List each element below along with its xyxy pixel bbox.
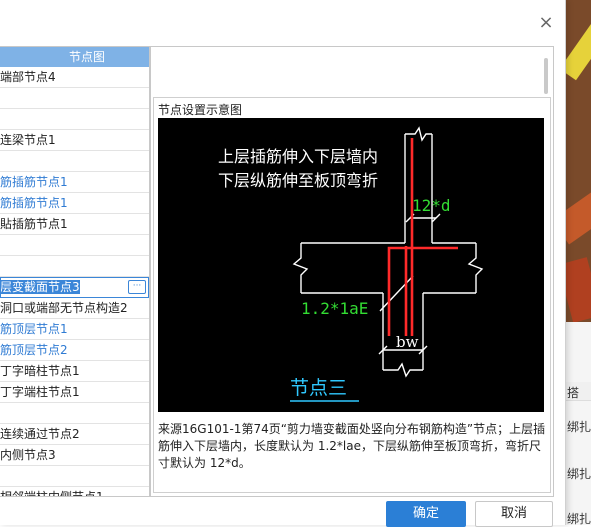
node-settings-dialog: × 节点图 端部节点4 连梁节点1 筋插筋节点1 筋插筋节点1 貼插筋节点1 层变截面节点… — [0, 0, 566, 527]
list-item-label: 筋顶层节点1 — [0, 322, 68, 336]
list-item[interactable] — [0, 235, 149, 256]
dim-bottom-label: bw — [396, 333, 419, 351]
diagram-caption: 节点三 — [290, 377, 347, 399]
node-list: 节点图 端部节点4 连梁节点1 筋插筋节点1 筋插筋节点1 貼插筋节点1 层变截面节点3 ·… — [0, 46, 150, 497]
diagram-line1: 上层插筋伸入下层墙内 — [218, 147, 378, 166]
list-item[interactable] — [0, 88, 149, 109]
node-diagram: 上层插筋伸入下层墙内 下层纵筋伸至板顶弯折 12*d 1.2*1aE bw 节点… — [158, 118, 544, 412]
confirm-button[interactable]: 确定 — [386, 501, 466, 527]
diagram-line2: 下层纵筋伸至板顶弯折 — [218, 171, 378, 190]
background-cell: 绑扎 — [567, 512, 591, 525]
list-item-label: 连续通过节点2 — [0, 427, 80, 441]
list-item-label: 筋插筋节点1 — [0, 196, 68, 210]
list-item[interactable]: 筋插筋节点1 — [0, 172, 149, 193]
dim-left-label: 1.2*1aE — [301, 299, 368, 318]
more-options-button[interactable]: ··· — [128, 280, 146, 294]
node-description: 来源16G101-1第74页“剪力墙变截面处竖向分布钢筋构造”节点；上层插筋伸入… — [158, 422, 546, 470]
list-item[interactable] — [0, 403, 149, 424]
list-item[interactable]: 丁字暗柱节点1 — [0, 361, 149, 382]
list-item[interactable]: 筋顶层节点2 — [0, 340, 149, 361]
scrollbar[interactable] — [544, 58, 548, 94]
group-title: 节点设置示意图 — [158, 103, 243, 117]
background-cell: 绑扎 — [567, 467, 591, 481]
list-item[interactable]: 洞口或端部无节点构造2 — [0, 298, 149, 319]
list-item[interactable] — [0, 109, 149, 130]
list-item[interactable]: 相邻端柱内侧节点1 — [0, 487, 149, 497]
background-column-header-label: 搭 — [567, 386, 580, 400]
list-item[interactable]: 连续通过节点2 — [0, 424, 149, 445]
node-list-header: 节点图 — [0, 47, 149, 67]
list-item[interactable]: 连梁节点1 — [0, 130, 149, 151]
list-item-label: 丁字端柱节点1 — [0, 385, 80, 399]
list-item[interactable]: 筋插筋节点1 — [0, 193, 149, 214]
list-item-label: 相邻端柱内侧节点1 — [0, 490, 104, 497]
list-item-label: 层变截面节点3 — [0, 280, 80, 294]
list-item[interactable]: 貼插筋节点1 — [0, 214, 149, 235]
list-item[interactable]: 端部节点4 — [0, 67, 149, 88]
list-item-label: 丁字暗柱节点1 — [0, 364, 80, 378]
list-item-label: 端部节点4 — [0, 70, 56, 84]
cancel-button[interactable]: 取消 — [475, 501, 553, 527]
node-list-rows: 端部节点4 连梁节点1 筋插筋节点1 筋插筋节点1 貼插筋节点1 层变截面节点3 ··· 洞口… — [0, 67, 149, 497]
list-item[interactable]: 层变截面节点3 ··· — [0, 277, 149, 298]
list-item[interactable]: 丁字端柱节点1 — [0, 382, 149, 403]
list-item-label: 连梁节点1 — [0, 133, 56, 147]
list-item-label: 筋插筋节点1 — [0, 175, 68, 189]
close-button[interactable]: × — [535, 12, 557, 34]
list-item[interactable] — [0, 256, 149, 277]
background-3d-view — [565, 0, 591, 322]
dim-top-label: 12*d — [412, 196, 451, 215]
background-column-header: 搭 — [565, 382, 591, 401]
list-item[interactable] — [0, 151, 149, 172]
list-item-label: 貼插筋节点1 — [0, 217, 68, 231]
background-app: 搭 绑扎 绑扎 绑扎 — [565, 0, 591, 525]
list-item-label: 筋顶层节点2 — [0, 343, 68, 357]
list-item[interactable] — [0, 466, 149, 487]
list-item[interactable]: 内侧节点3 — [0, 445, 149, 466]
list-item[interactable]: 筋顶层节点1 — [0, 319, 149, 340]
background-cell: 绑扎 — [567, 420, 591, 434]
list-item-label: 洞口或端部无节点构造2 — [0, 301, 128, 315]
list-item-label: 内侧节点3 — [0, 448, 56, 462]
